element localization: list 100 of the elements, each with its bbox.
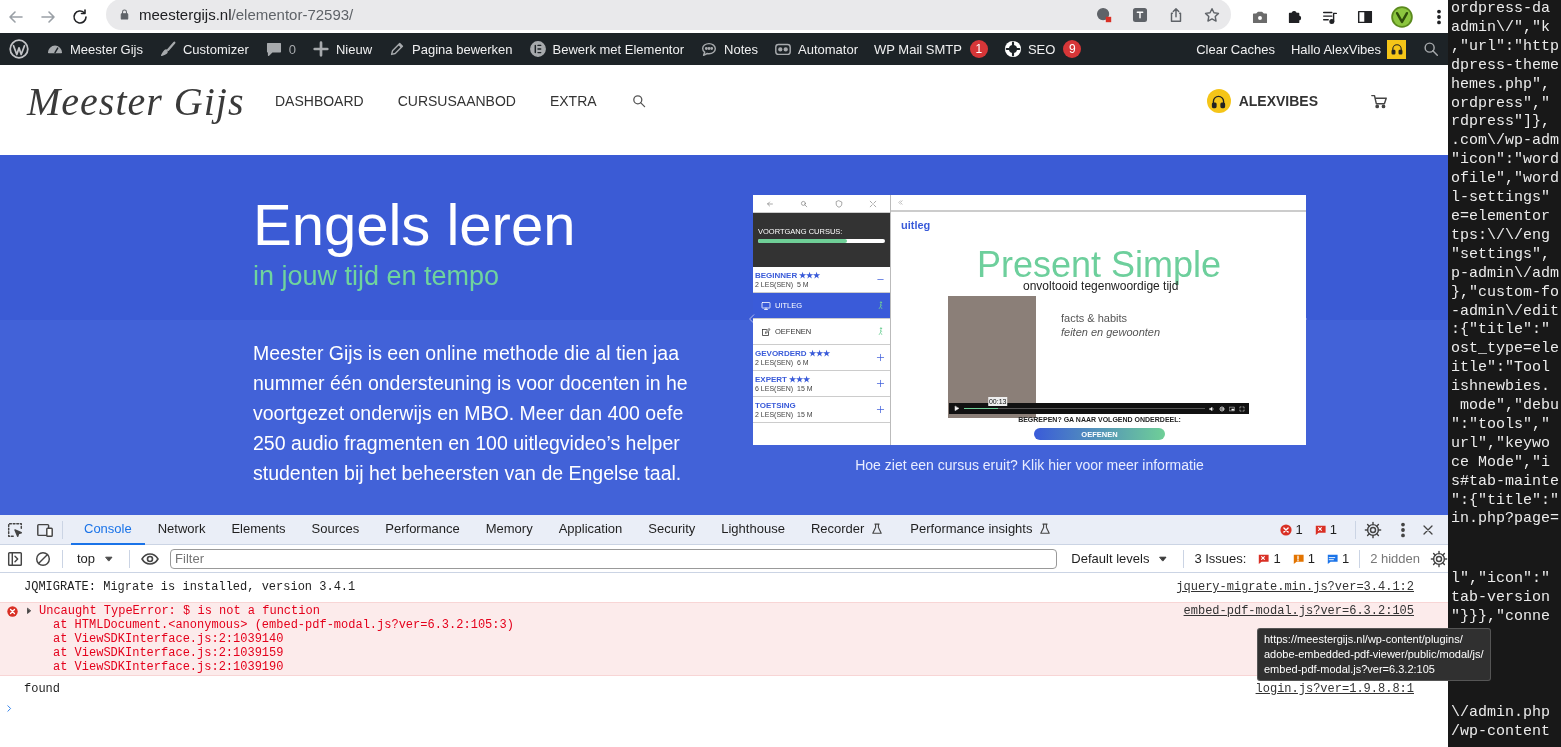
code-line: ordpress-da: [1451, 0, 1552, 19]
devtools-tab[interactable]: Network: [144, 514, 219, 545]
hidden-count: 2 hidden: [1370, 551, 1420, 566]
devtools-tab[interactable]: Recorder: [797, 514, 898, 545]
hero-title: Engels leren: [253, 191, 577, 259]
admin-bar-item[interactable]: WP Mail SMTP 1: [866, 33, 996, 65]
code-line: mode","debu: [1459, 397, 1561, 416]
volume-icon[interactable]: [1209, 405, 1215, 412]
clear-console-icon[interactable]: [34, 549, 52, 568]
admin-bar-item[interactable]: Meester Gijs: [38, 33, 151, 65]
code-line: hemes.php",: [1451, 75, 1552, 95]
code-line: "icon":"word: [1451, 151, 1561, 171]
lock-icon[interactable]: [118, 8, 131, 21]
reload-icon[interactable]: [70, 6, 90, 27]
levels-dropdown[interactable]: Default levels: [1067, 551, 1174, 566]
picture-in-picture-icon[interactable]: [1229, 405, 1235, 412]
log-message: found: [24, 682, 60, 697]
slide-caption-link[interactable]: Hoe ziet een cursus eruit? Klik hier voor meer informatie: [753, 457, 1306, 473]
admin-bar-item[interactable]: Notes: [692, 33, 766, 65]
search-icon[interactable]: [630, 93, 647, 109]
devtools-tab[interactable]: Performance insights: [897, 514, 1066, 545]
admin-bar-item[interactable]: Pagina bewerken: [380, 33, 521, 65]
search-icon[interactable]: [1422, 40, 1440, 58]
translate-icon[interactable]: [1131, 5, 1149, 24]
monitor-icon: [761, 300, 771, 311]
filter-field[interactable]: Filter: [170, 548, 1058, 569]
sidebar-toggle-icon[interactable]: [6, 549, 24, 568]
cart-icon[interactable]: [1370, 92, 1388, 110]
code-line: "}}},"conne: [1451, 608, 1552, 628]
nav-link[interactable]: EXTRA: [549, 93, 597, 109]
code-line: s#tab-mainte: [1451, 472, 1561, 492]
code-line: :{"title":": [1451, 321, 1552, 341]
site-logo[interactable]: Meester Gijs: [27, 77, 275, 125]
address-bar[interactable]: meestergijs.nl/elementor-72593/: [106, 0, 1231, 30]
url-text: meestergijs.nl/elementor-72593/: [139, 6, 355, 23]
nav-link[interactable]: DASHBOARD: [275, 93, 364, 109]
code-line: rdpress"]},: [1451, 113, 1552, 133]
chat-icon: [700, 40, 719, 58]
notification-badge: 9: [1063, 40, 1082, 58]
settings-icon[interactable]: [1430, 549, 1448, 568]
admin-bar-item[interactable]: Customizer: [150, 33, 257, 65]
code-line: \/admin.php: [1451, 704, 1552, 723]
error-icon: [6, 604, 19, 618]
devtools-tab[interactable]: Lighthouse: [708, 514, 798, 545]
devtools-tab[interactable]: Sources: [298, 514, 373, 545]
code-line: },"custom-fo: [1451, 283, 1561, 303]
error-counter[interactable]: 1: [1278, 522, 1303, 537]
source-link[interactable]: ViewSDKInterface.js:2:1039190: [74, 660, 284, 674]
issue-badge[interactable]: 1: [1324, 551, 1350, 566]
expand-triangle-icon[interactable]: [24, 606, 34, 616]
lesson-label: uitleg: [901, 219, 931, 231]
section-title: BEGINNER ★★★: [755, 271, 822, 280]
source-link[interactable]: ViewSDKInterface.js:2:1039140: [74, 632, 284, 646]
source-link[interactable]: login.js?ver=1.9.8.8:1: [1255, 682, 1414, 697]
expand-icon[interactable]: [876, 405, 885, 414]
source-link[interactable]: jquery-migrate.min.js?ver=3.4.1:2: [1176, 580, 1414, 595]
profile-avatar-icon[interactable]: [1391, 5, 1413, 28]
admin-bar-item[interactable]: 0: [256, 33, 304, 65]
tooltip: https://meestergijs.nl/wp-content/plugins/ adobe-embedded-pdf-viewer/public/modal/js/ embed-pdf-modal.js?ver=6.3.2:105: [1258, 629, 1490, 680]
admin-bar-item[interactable]: Clear Caches: [1188, 33, 1283, 65]
devtools-tab[interactable]: Performance: [372, 514, 473, 545]
issue-badge[interactable]: 1: [1256, 551, 1281, 566]
admin-bar-item[interactable]: Hallo AlexVibes: [1282, 33, 1414, 65]
user-name[interactable]: ALEXVIBES: [1238, 93, 1318, 109]
section-title: TOETSING: [755, 401, 797, 410]
settings-icon[interactable]: [1364, 520, 1382, 539]
play-icon[interactable]: [953, 405, 960, 412]
issue-counter[interactable]: 1: [1312, 522, 1337, 537]
inspect-element-icon[interactable]: [6, 520, 24, 539]
code-line: ":"tools",": [1451, 415, 1552, 435]
section-title: GEVORDERD ★★★: [755, 349, 831, 358]
code-line: .com\/wp-adm: [1451, 132, 1561, 152]
code-line: l-settings": [1451, 189, 1552, 208]
source-link[interactable]: ViewSDKInterface.js:2:1039159: [74, 646, 284, 660]
elementor-icon: [528, 40, 547, 58]
admin-bar-item[interactable]: Automator: [766, 33, 866, 65]
devtools-tab[interactable]: Memory: [472, 514, 546, 545]
bookmark-star-icon[interactable]: [1203, 5, 1221, 24]
code-line: dpress-theme: [1451, 56, 1561, 76]
admin-bar-item[interactable]: Bewerk met Elementor: [520, 33, 693, 65]
code-line: url","keywo: [1451, 434, 1552, 454]
code-line: ce Mode","i: [1451, 453, 1552, 473]
devtools-tab[interactable]: Console: [71, 514, 145, 545]
gear-icon: [1003, 40, 1022, 58]
source-link[interactable]: embed-pdf-modal.js?ver=6.3.2:105:3: [261, 618, 507, 632]
devtools-tab[interactable]: Application: [545, 514, 636, 545]
expand-icon[interactable]: [876, 379, 885, 388]
devtools-tab[interactable]: Security: [635, 514, 709, 545]
section-title: EXPERT ★★★: [755, 375, 812, 384]
cookie-blocked-icon[interactable]: [1095, 5, 1113, 24]
devtools-tab[interactable]: Elements: [218, 514, 299, 545]
code-line: e=elementor: [1451, 207, 1552, 227]
admin-bar-item[interactable]: Nieuw: [303, 33, 381, 65]
error-message: Uncaught TypeError: $ is not a function: [39, 604, 320, 618]
issue-badge[interactable]: 1: [1290, 551, 1315, 566]
logo-icon: [8, 38, 30, 60]
admin-bar-item[interactable]: SEO 9: [995, 33, 1090, 65]
nav-link[interactable]: CURSUSAANBOD: [397, 93, 516, 109]
expand-icon[interactable]: [876, 353, 885, 362]
context-selector[interactable]: top: [73, 551, 120, 566]
